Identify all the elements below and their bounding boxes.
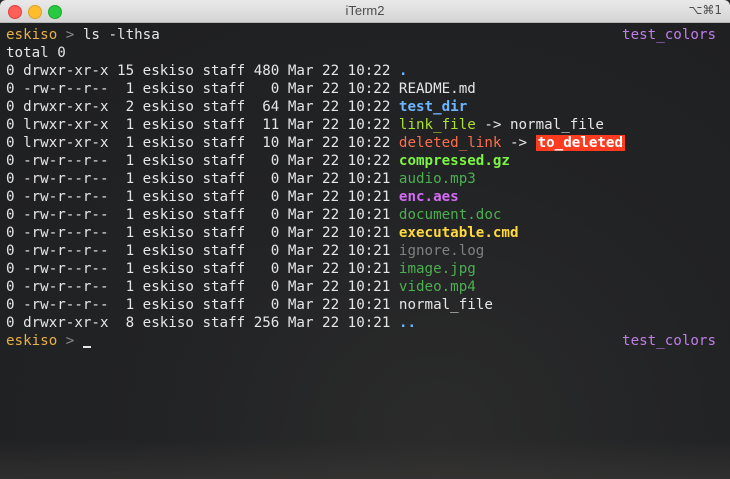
symlink-arrow: -> — [501, 135, 536, 151]
file-metadata: 0 drwxr-xr-x 8 eskiso staff 256 Mar 22 1… — [6, 315, 399, 331]
file-name: ignore.log — [398, 243, 485, 259]
file-name: enc.aes — [398, 189, 459, 205]
prompt-user: eskiso — [6, 333, 58, 349]
file-metadata: 0 -rw-r--r-- 1 eskiso staff 0 Mar 22 10:… — [6, 243, 399, 259]
window-shortcut-label: ⌥⌘1 — [688, 3, 722, 17]
file-metadata: 0 -rw-r--r-- 1 eskiso staff 0 Mar 22 10:… — [6, 279, 399, 295]
file-metadata: 0 -rw-r--r-- 1 eskiso staff 0 Mar 22 10:… — [6, 225, 399, 241]
file-name: README.md — [398, 81, 476, 97]
file-metadata: 0 -rw-r--r-- 1 eskiso staff 0 Mar 22 10:… — [6, 81, 399, 97]
file-name: compressed.gz — [398, 153, 510, 169]
terminal-pane[interactable]: eskiso > ls -lthsa test_colors total 0 0… — [0, 24, 730, 479]
listing-row: 0 -rw-r--r-- 1 eskiso staff 0 Mar 22 10:… — [6, 278, 476, 296]
listing-row: 0 drwxr-xr-x 15 eskiso staff 480 Mar 22 … — [6, 62, 407, 80]
listing-row: 0 -rw-r--r-- 1 eskiso staff 0 Mar 22 10:… — [6, 296, 493, 314]
command-text: ls -lthsa — [82, 27, 160, 43]
text-cursor — [82, 346, 91, 348]
prompt-right-label: test_colors — [622, 27, 716, 43]
listing-row: 0 lrwxr-xr-x 1 eskiso staff 10 Mar 22 10… — [6, 134, 626, 152]
symlink-target: to_deleted — [535, 135, 626, 151]
file-metadata: 0 -rw-r--r-- 1 eskiso staff 0 Mar 22 10:… — [6, 153, 399, 169]
file-name: normal_file — [398, 297, 493, 313]
file-name: link_file — [398, 117, 476, 133]
file-name: video.mp4 — [398, 279, 476, 295]
prompt-symbol: > — [65, 333, 75, 349]
file-metadata: 0 drwxr-xr-x 15 eskiso staff 480 Mar 22 … — [6, 63, 399, 79]
window-title: iTerm2 — [345, 3, 385, 18]
background-image — [0, 439, 730, 479]
listing-row: 0 -rw-r--r-- 1 eskiso staff 0 Mar 22 10:… — [6, 188, 459, 206]
prompt-user: eskiso — [6, 27, 58, 43]
file-name: . — [398, 63, 408, 79]
file-metadata: 0 -rw-r--r-- 1 eskiso staff 0 Mar 22 10:… — [6, 261, 399, 277]
file-name: test_dir — [398, 99, 468, 115]
listing-row: 0 -rw-r--r-- 1 eskiso staff 0 Mar 22 10:… — [6, 242, 484, 260]
iterm-window: iTerm2 ⌥⌘1 eskiso > ls -lthsa test_color… — [0, 0, 730, 479]
listing-row: 0 drwxr-xr-x 2 eskiso staff 64 Mar 22 10… — [6, 98, 467, 116]
listing-row: 0 drwxr-xr-x 8 eskiso staff 256 Mar 22 1… — [6, 314, 416, 332]
file-metadata: 0 lrwxr-xr-x 1 eskiso staff 11 Mar 22 10… — [6, 117, 399, 133]
file-name: image.jpg — [398, 261, 476, 277]
listing-row: 0 -rw-r--r-- 1 eskiso staff 0 Mar 22 10:… — [6, 170, 476, 188]
listing-row: 0 lrwxr-xr-x 1 eskiso staff 11 Mar 22 10… — [6, 116, 604, 134]
file-metadata: 0 -rw-r--r-- 1 eskiso staff 0 Mar 22 10:… — [6, 171, 399, 187]
listing-row: 0 -rw-r--r-- 1 eskiso staff 0 Mar 22 10:… — [6, 260, 476, 278]
total-line: total 0 — [6, 45, 66, 61]
prompt-symbol: > — [65, 27, 75, 43]
listing-row: 0 -rw-r--r-- 1 eskiso staff 0 Mar 22 10:… — [6, 80, 476, 98]
active-prompt-line[interactable]: eskiso > — [6, 332, 91, 350]
listing-row: 0 -rw-r--r-- 1 eskiso staff 0 Mar 22 10:… — [6, 152, 510, 170]
title-bar: iTerm2 ⌥⌘1 — [0, 0, 730, 23]
file-metadata: 0 drwxr-xr-x 2 eskiso staff 64 Mar 22 10… — [6, 99, 399, 115]
file-name: executable.cmd — [398, 225, 519, 241]
file-name: .. — [398, 315, 417, 331]
file-name: document.doc — [398, 207, 502, 223]
file-metadata: 0 lrwxr-xr-x 1 eskiso staff 10 Mar 22 10… — [6, 135, 399, 151]
listing-row: 0 -rw-r--r-- 1 eskiso staff 0 Mar 22 10:… — [6, 224, 519, 242]
listing-row: 0 -rw-r--r-- 1 eskiso staff 0 Mar 22 10:… — [6, 206, 501, 224]
command-prompt-line: eskiso > ls -lthsa — [6, 26, 160, 44]
file-metadata: 0 -rw-r--r-- 1 eskiso staff 0 Mar 22 10:… — [6, 297, 399, 313]
symlink-target: normal_file — [509, 117, 604, 133]
file-metadata: 0 -rw-r--r-- 1 eskiso staff 0 Mar 22 10:… — [6, 189, 399, 205]
prompt-right-label: test_colors — [622, 333, 716, 349]
file-name: deleted_link — [398, 135, 502, 151]
file-name: audio.mp3 — [398, 171, 476, 187]
symlink-arrow: -> — [475, 117, 510, 133]
file-metadata: 0 -rw-r--r-- 1 eskiso staff 0 Mar 22 10:… — [6, 207, 399, 223]
